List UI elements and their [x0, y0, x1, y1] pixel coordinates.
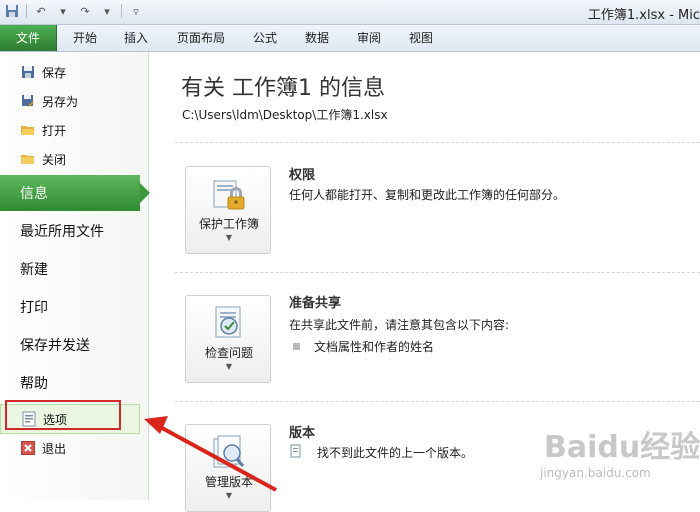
watermark-url: jingyan.baidu.com [540, 466, 651, 480]
watermark: Baidu经验 jingyan.baidu.com [530, 420, 700, 500]
watermark-logo: Baidu经验 [544, 430, 700, 465]
